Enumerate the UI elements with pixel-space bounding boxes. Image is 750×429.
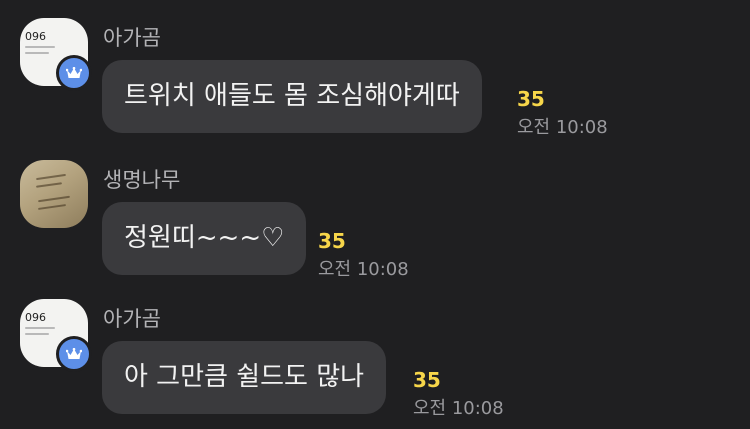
unread-count: 35 xyxy=(318,229,346,253)
avatar-line xyxy=(35,182,63,188)
host-badge xyxy=(56,336,92,372)
avatar-line xyxy=(25,333,49,335)
avatar-line xyxy=(25,46,55,48)
avatar-line xyxy=(36,173,66,181)
avatar-line xyxy=(25,327,55,329)
avatar-line xyxy=(38,195,70,203)
avatar-caption: 096 xyxy=(25,30,46,43)
unread-count: 35 xyxy=(517,87,545,111)
avatar-caption: 096 xyxy=(25,311,46,324)
unread-count: 35 xyxy=(413,368,441,392)
message-bubble[interactable]: 정원띠~~~♡ xyxy=(102,202,307,275)
avatar-line xyxy=(25,52,49,54)
avatar[interactable] xyxy=(20,160,88,228)
message-bubble[interactable]: 아 그만큼 쉴드도 많나 xyxy=(102,341,387,414)
sender-name: 생명나무 xyxy=(103,168,181,192)
crown-icon xyxy=(66,66,82,78)
message-row: 096 아가곰 아 그만큼 쉴드도 많나 35 오전 10:08 xyxy=(0,281,750,429)
sender-name: 아가곰 xyxy=(103,307,161,331)
crown-icon xyxy=(66,347,82,359)
host-badge xyxy=(56,55,92,91)
timestamp: 오전 10:08 xyxy=(413,398,504,419)
message-row: 생명나무 정원띠~~~♡ 35 오전 10:08 xyxy=(0,142,750,284)
message-row: 096 아가곰 트위치 애들도 몸 조심해야게따 35 오전 10:08 xyxy=(0,0,750,142)
timestamp: 오전 10:08 xyxy=(517,117,608,138)
avatar-line xyxy=(37,204,67,210)
message-bubble[interactable]: 트위치 애들도 몸 조심해야게따 xyxy=(102,60,482,133)
timestamp: 오전 10:08 xyxy=(318,259,409,280)
sender-name: 아가곰 xyxy=(103,26,161,50)
